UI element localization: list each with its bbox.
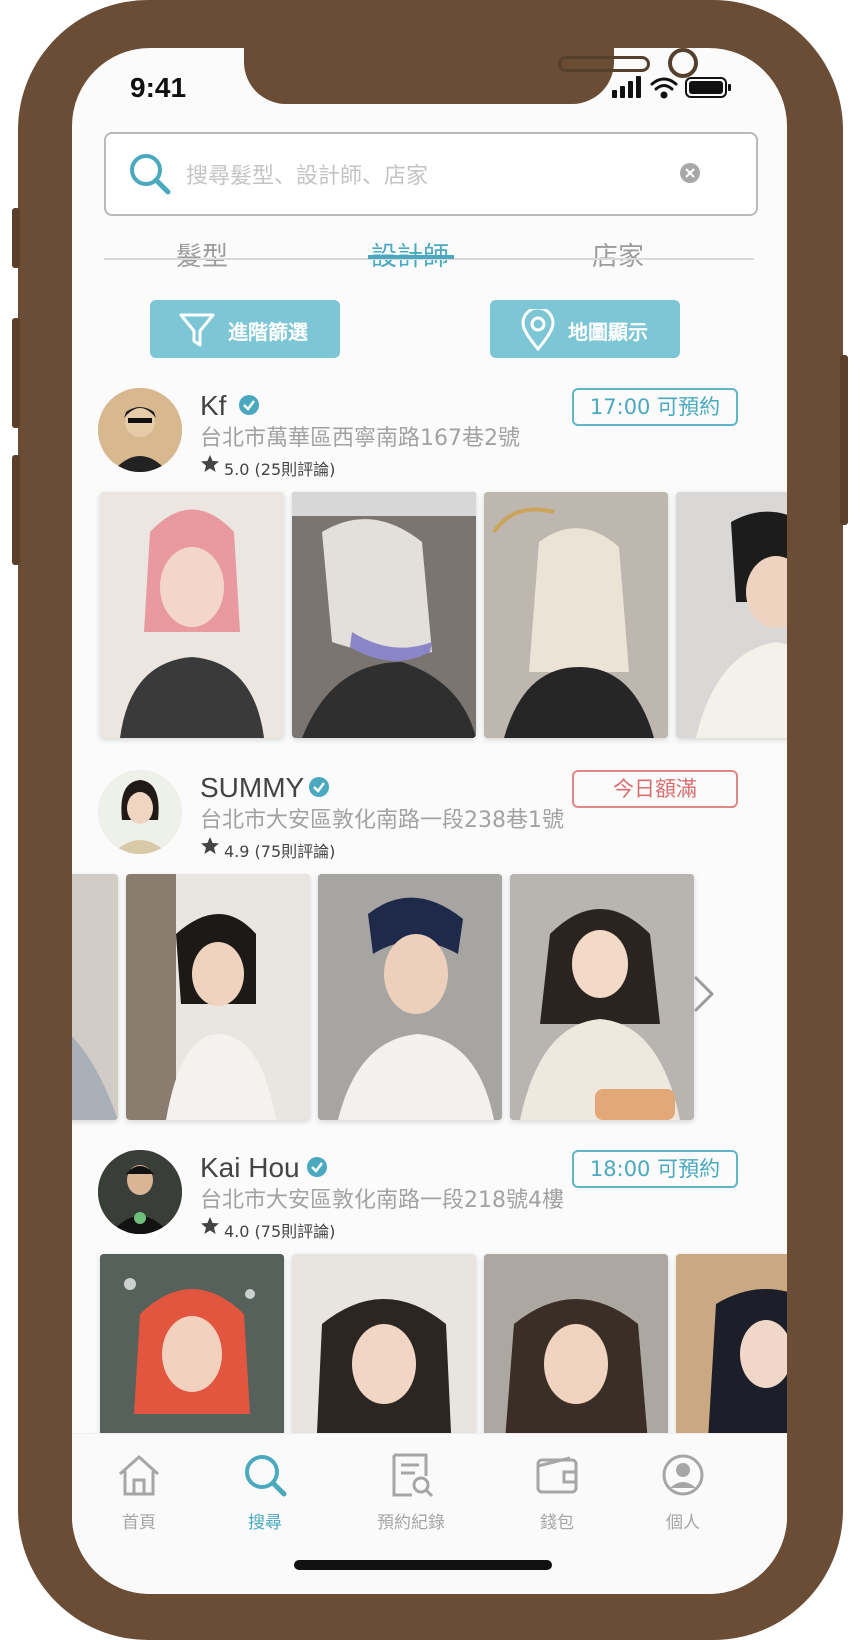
- profile-icon: [662, 1454, 704, 1496]
- designer-address: 台北市大安區敦化南路一段218號4樓: [200, 1188, 564, 1213]
- notch: [244, 48, 698, 104]
- nav-booking-record-label: 預約紀錄: [377, 1513, 445, 1533]
- availability-badge[interactable]: 17:00 可預約: [572, 388, 738, 426]
- rating-text: 5.0 (25則評論): [224, 456, 335, 480]
- review-count: (75則評論): [254, 1222, 336, 1241]
- verified-icon: [309, 777, 329, 797]
- designer-address: 台北市萬華區西寧南路167巷2號: [200, 426, 520, 451]
- nav-wallet-label: 錢包: [540, 1513, 574, 1533]
- avatar[interactable]: [98, 388, 182, 472]
- verified-icon: [307, 1157, 327, 1177]
- hairstyle-photo[interactable]: [510, 874, 694, 1120]
- hairstyle-photo[interactable]: [100, 492, 284, 738]
- search-icon: [130, 154, 171, 195]
- designer-name[interactable]: Kf: [200, 390, 226, 422]
- rating-score: 4.0: [224, 1222, 250, 1241]
- nav-search-label: 搜尋: [248, 1513, 282, 1533]
- booking-record-icon: [392, 1453, 434, 1498]
- designer-name[interactable]: Kai Hou: [200, 1152, 300, 1184]
- chevron-right-icon[interactable]: [688, 974, 718, 1014]
- review-count: (75則評論): [254, 842, 336, 861]
- rating-text: 4.9 (75則評論): [224, 838, 335, 862]
- designer-card[interactable]: SUMMY 台北市大安區敦化南路一段238巷1號 4.9 (75則評論) 今日額…: [72, 768, 787, 1120]
- map-label: 地圖顯示: [568, 320, 648, 344]
- rating-text: 4.0 (75則評論): [224, 1218, 335, 1242]
- volume-down-button: [12, 455, 20, 565]
- battery-icon: [685, 77, 731, 98]
- star-icon: [201, 455, 219, 472]
- advanced-filter-button[interactable]: 進階篩選: [150, 300, 340, 358]
- volume-up-button: [12, 318, 20, 428]
- nav-wallet[interactable]: 錢包: [502, 1452, 612, 1533]
- status-icons: [612, 76, 731, 99]
- rating-score: 5.0: [224, 460, 250, 479]
- avatar[interactable]: [98, 1150, 182, 1234]
- star-icon: [201, 1217, 219, 1234]
- star-icon: [201, 837, 219, 854]
- tab-hairstyle[interactable]: 髮型: [142, 236, 262, 273]
- home-icon: [118, 1455, 160, 1496]
- mute-switch: [12, 208, 20, 268]
- review-count: (25則評論): [254, 460, 336, 479]
- search-icon: [245, 1455, 287, 1497]
- home-indicator[interactable]: [294, 1560, 552, 1570]
- nav-search[interactable]: 搜尋: [210, 1452, 320, 1533]
- wallet-icon: [536, 1456, 578, 1494]
- filter-icon: [179, 313, 215, 347]
- nav-profile[interactable]: 個人: [628, 1452, 738, 1533]
- designer-address: 台北市大安區敦化南路一段238巷1號: [200, 808, 564, 833]
- speaker: [558, 56, 650, 72]
- location-pin-icon: [521, 309, 555, 351]
- hairstyle-photo[interactable]: [292, 492, 476, 738]
- nav-home[interactable]: 首頁: [84, 1452, 194, 1533]
- hairstyle-photo[interactable]: [676, 492, 787, 738]
- filter-label: 進階篩選: [228, 320, 308, 344]
- verified-icon: [239, 395, 259, 415]
- nav-booking-record[interactable]: 預約紀錄: [356, 1452, 466, 1533]
- hairstyle-photo[interactable]: [484, 492, 668, 738]
- avatar[interactable]: [98, 770, 182, 854]
- clear-icon[interactable]: [680, 163, 700, 183]
- availability-badge[interactable]: 今日額滿: [572, 770, 738, 808]
- tab-salon[interactable]: 店家: [558, 236, 678, 273]
- hairstyle-photo[interactable]: [72, 874, 118, 1120]
- hairstyle-photo[interactable]: [126, 874, 310, 1120]
- app-screen: 9:41 搜尋髮型、設計師、店家 髮型 設計師 店家 進階篩選 地圖顯示 Kf …: [72, 48, 787, 1594]
- power-button: [840, 355, 848, 525]
- nav-profile-label: 個人: [666, 1513, 700, 1533]
- nav-home-label: 首頁: [122, 1513, 156, 1533]
- designer-name[interactable]: SUMMY: [200, 772, 304, 804]
- signal-icon: [612, 76, 641, 98]
- rating-score: 4.9: [224, 842, 250, 861]
- availability-badge[interactable]: 18:00 可預約: [572, 1150, 738, 1188]
- map-view-button[interactable]: 地圖顯示: [490, 300, 680, 358]
- tab-indicator: [368, 255, 454, 259]
- status-time: 9:41: [130, 72, 187, 103]
- search-bar[interactable]: 搜尋髮型、設計師、店家: [104, 132, 758, 216]
- designer-card[interactable]: Kf 台北市萬華區西寧南路167巷2號 5.0 (25則評論) 17:00 可預…: [72, 386, 787, 738]
- hairstyle-photo[interactable]: [318, 874, 502, 1120]
- search-placeholder[interactable]: 搜尋髮型、設計師、店家: [186, 158, 428, 190]
- wifi-icon: [650, 77, 678, 99]
